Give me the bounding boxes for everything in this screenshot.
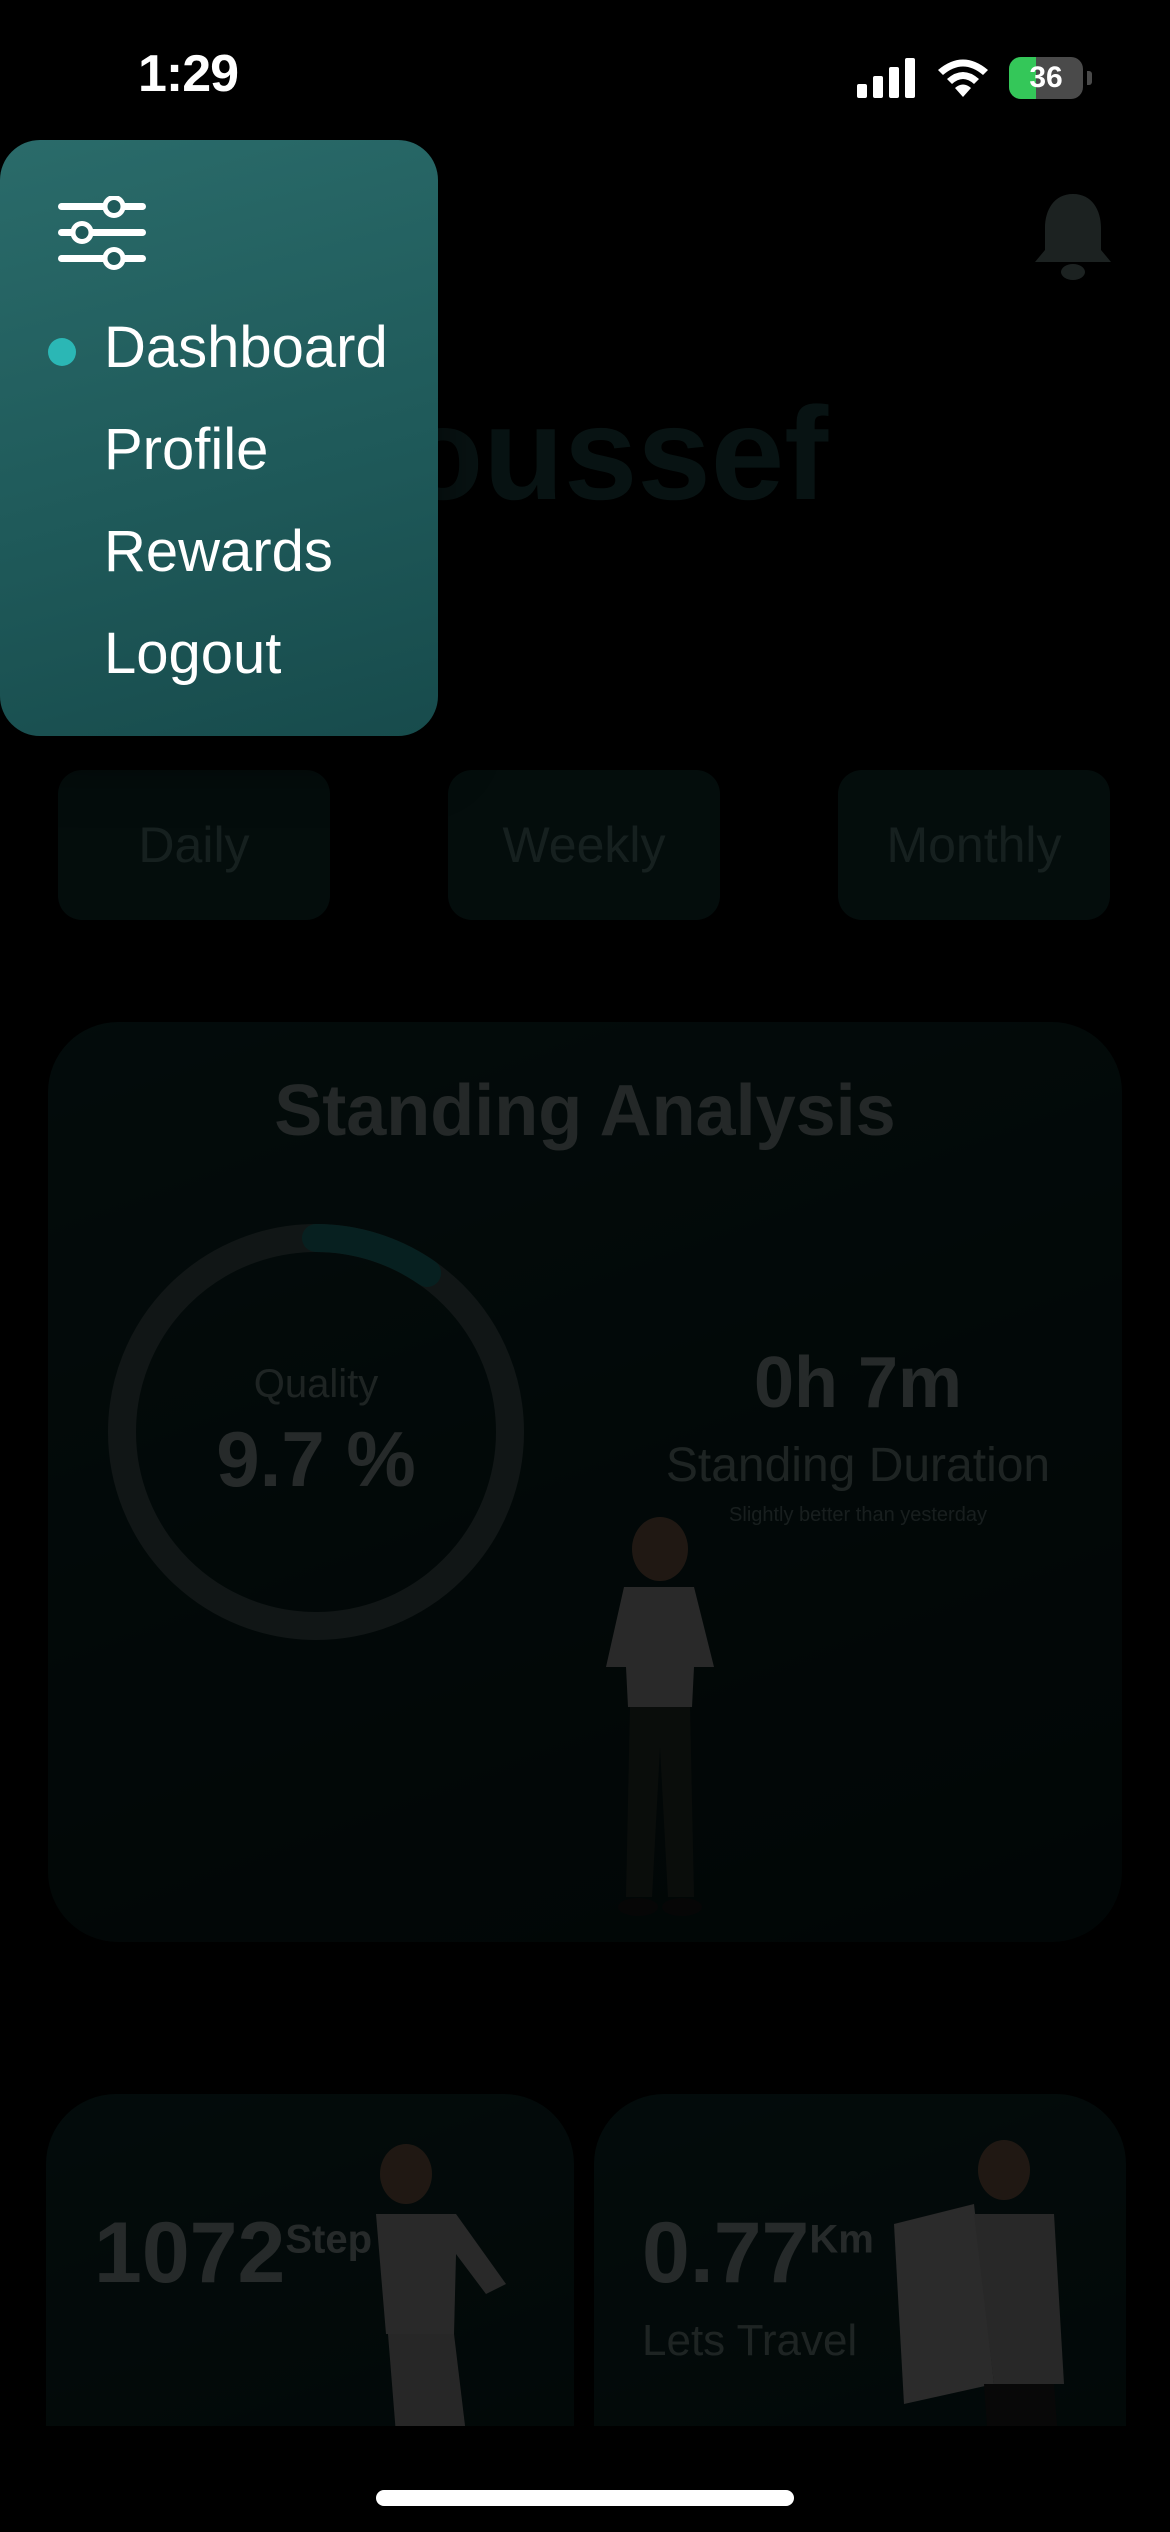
active-indicator-dot xyxy=(48,338,76,366)
status-time: 1:29 xyxy=(138,45,239,103)
navigation-drawer: Dashboard Profile Rewards Logout xyxy=(0,140,438,736)
traveler-map-illustration xyxy=(894,2140,1064,2454)
distance-unit: Km xyxy=(809,2217,874,2262)
drawer-item-profile[interactable]: Profile xyxy=(104,416,268,483)
cellular-signal-icon xyxy=(857,58,915,98)
drawer-item-label: Rewards xyxy=(104,519,333,584)
steps-number: 1072 xyxy=(94,2205,286,2301)
tab-monthly[interactable]: Monthly xyxy=(838,770,1110,920)
battery-level: 36 xyxy=(1029,61,1063,94)
distance-subtitle: Lets Travel xyxy=(642,2316,858,2365)
wifi-icon xyxy=(938,59,988,97)
standing-analysis-card[interactable]: Standing Analysis Quality 9.7 % 0h 7m St… xyxy=(48,1022,1122,1942)
battery-tip xyxy=(1087,71,1092,85)
distance-value: 0.77Km xyxy=(642,2204,874,2303)
home-indicator[interactable] xyxy=(376,2490,794,2506)
filter-sliders-icon[interactable] xyxy=(56,196,148,270)
steps-unit: Step xyxy=(285,2217,373,2262)
bell-icon[interactable] xyxy=(1028,190,1118,282)
drawer-item-label: Dashboard xyxy=(104,315,388,380)
drawer-item-label: Logout xyxy=(104,621,282,686)
quality-label: Quality xyxy=(253,1362,379,1406)
period-tabs: Daily Weekly Monthly xyxy=(58,770,1110,920)
standing-card-title: Standing Analysis xyxy=(274,1071,896,1151)
battery-charging-icon: 36 xyxy=(1009,57,1083,99)
distance-number: 0.77 xyxy=(642,2205,810,2301)
app-screen: 1:29 36 Hey Youssef Alaa, Daily xyxy=(0,0,1170,2532)
bottom-safe-area xyxy=(0,2426,1170,2532)
drawer-item-logout[interactable]: Logout xyxy=(104,620,281,687)
standing-duration-label: Standing Duration xyxy=(665,1439,1051,1492)
drawer-item-rewards[interactable]: Rewards xyxy=(104,518,333,585)
standing-person-illustration xyxy=(606,1517,714,1916)
steps-value: 1072Step xyxy=(94,2204,372,2303)
quality-value: 9.7 % xyxy=(216,1415,416,1503)
drawer-item-label: Profile xyxy=(104,417,269,482)
standing-duration-value: 0h 7m xyxy=(753,1343,963,1423)
tab-weekly[interactable]: Weekly xyxy=(448,770,720,920)
status-icons: 36 xyxy=(857,54,1092,102)
tab-daily[interactable]: Daily xyxy=(58,770,330,920)
drawer-item-dashboard[interactable]: Dashboard xyxy=(48,314,388,381)
